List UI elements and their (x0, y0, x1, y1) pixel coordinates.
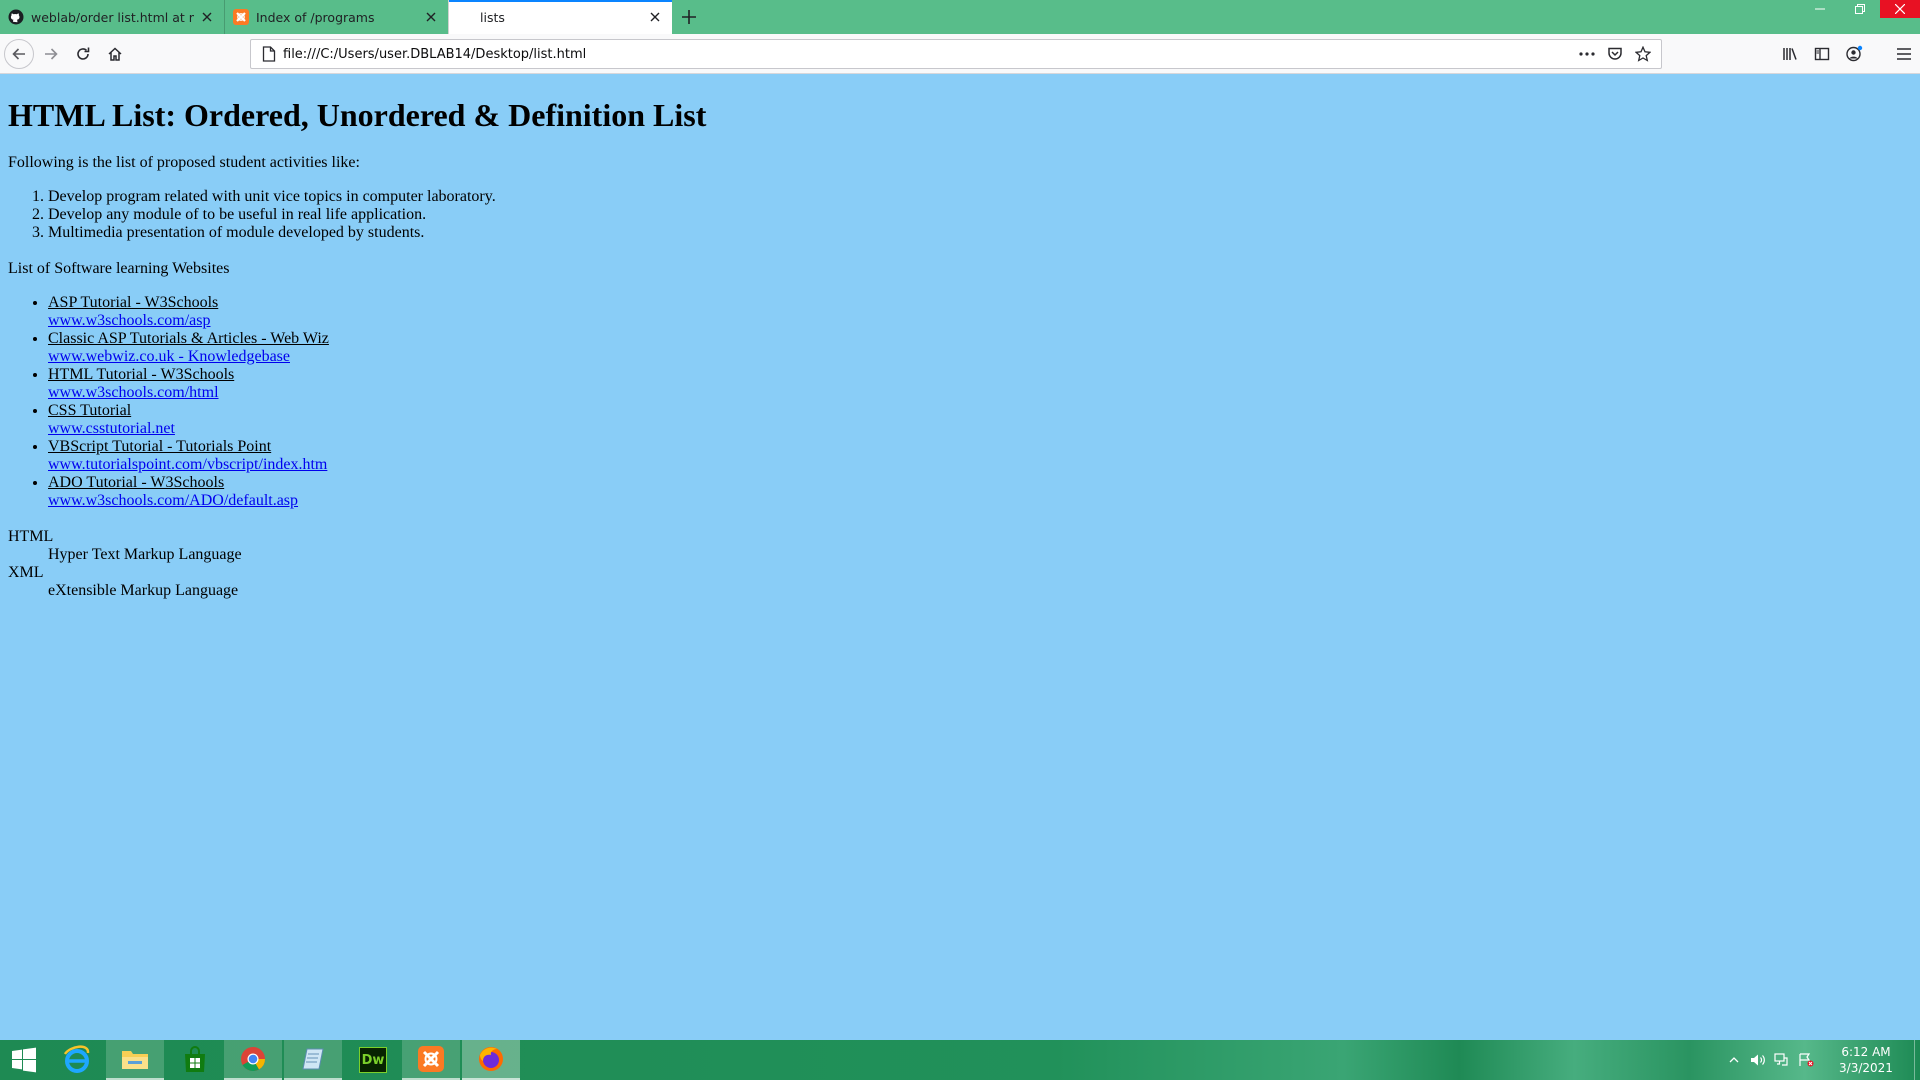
close-icon[interactable] (646, 8, 664, 26)
list-item: Multimedia presentation of module develo… (48, 224, 1912, 242)
list-item: Develop any module of to be useful in re… (48, 206, 1912, 224)
list-item: Classic ASP Tutorials & Articles - Web W… (48, 330, 1912, 366)
list-item: ASP Tutorial - W3Schools www.w3schools.c… (48, 294, 1912, 330)
minimize-icon (1815, 8, 1825, 10)
page-icon (457, 9, 473, 25)
chevron-up-icon[interactable] (1722, 1057, 1746, 1063)
show-desktop-button[interactable] (1914, 1040, 1920, 1080)
website-url-link[interactable]: www.w3schools.com/ADO/default.asp (48, 492, 298, 509)
website-title-link[interactable]: VBScript Tutorial - Tutorials Point (48, 438, 271, 455)
website-title-link[interactable]: ASP Tutorial - W3Schools (48, 294, 218, 311)
notepad-icon[interactable] (284, 1040, 342, 1080)
new-tab-button[interactable] (672, 0, 706, 34)
list-item: VBScript Tutorial - Tutorials Point www.… (48, 438, 1912, 474)
xampp-icon (233, 9, 249, 25)
websites-list: ASP Tutorial - W3Schools www.w3schools.c… (8, 294, 1912, 510)
github-icon (8, 9, 24, 25)
forward-button[interactable] (36, 39, 66, 69)
tab-title: Index of /programs (256, 9, 375, 25)
tab-index-programs[interactable]: Index of /programs (224, 0, 448, 34)
account-icon[interactable] (1838, 39, 1870, 69)
navigation-toolbar: file:///C:/Users/user.DBLAB14/Desktop/li… (0, 34, 1920, 74)
chrome-icon[interactable] (224, 1040, 282, 1080)
start-icon (12, 1047, 36, 1073)
clock-date: 3/3/2021 (1839, 1061, 1893, 1075)
dreamweaver-label: Dw (359, 1047, 387, 1073)
home-button[interactable] (100, 39, 130, 69)
page-content: HTML List: Ordered, Unordered & Definiti… (0, 75, 1920, 1040)
website-title-link[interactable]: ADO Tutorial - W3Schools (48, 474, 224, 491)
library-icon[interactable] (1774, 39, 1806, 69)
list-item: Develop program related with unit vice t… (48, 188, 1912, 206)
toolbar-right (1774, 39, 1920, 69)
menu-icon[interactable] (1888, 39, 1920, 69)
bookmark-star-icon[interactable] (1629, 46, 1657, 62)
definition-description: Hyper Text Markup Language (48, 546, 242, 563)
intro-text: Following is the list of proposed studen… (8, 154, 360, 171)
list-item: CSS Tutorial www.csstutorial.net (48, 402, 1912, 438)
close-icon[interactable] (198, 8, 216, 26)
pocket-icon[interactable] (1601, 46, 1629, 62)
minimize-button[interactable] (1800, 0, 1840, 18)
website-title-link[interactable]: Classic ASP Tutorials & Articles - Web W… (48, 330, 329, 347)
restore-button[interactable] (1840, 0, 1880, 18)
start-button[interactable] (0, 1040, 48, 1080)
store-icon[interactable] (166, 1040, 224, 1080)
page-heading: HTML List: Ordered, Unordered & Definiti… (8, 97, 707, 133)
url-text[interactable]: file:///C:/Users/user.DBLAB14/Desktop/li… (283, 47, 1573, 62)
file-explorer-icon[interactable] (106, 1040, 164, 1080)
back-arrow-icon (12, 47, 25, 60)
tab-weblab[interactable]: weblab/order list.html at main (0, 0, 224, 34)
taskbar: Dw 6:12 AM 3/3/2021 (0, 1040, 1920, 1080)
dreamweaver-icon[interactable]: Dw (344, 1040, 402, 1080)
website-title-link[interactable]: CSS Tutorial (48, 402, 131, 419)
websites-title: List of Software learning Websites (8, 260, 230, 277)
website-url-link[interactable]: www.csstutorial.net (48, 420, 175, 437)
firefox-icon[interactable] (462, 1040, 520, 1080)
list-item: HTML Tutorial - W3Schools www.w3schools.… (48, 366, 1912, 402)
tab-title: weblab/order list.html at main (31, 9, 194, 25)
window-controls (1800, 0, 1920, 34)
ordered-list: Develop program related with unit vice t… (8, 188, 1912, 242)
close-icon (1895, 4, 1905, 14)
definition-description: eXtensible Markup Language (48, 582, 239, 599)
tab-strip: weblab/order list.html at main Index of … (0, 0, 1920, 34)
action-center-flag-icon[interactable] (1794, 1053, 1818, 1067)
clock-time: 6:12 AM (1841, 1045, 1891, 1059)
volume-icon[interactable] (1746, 1053, 1770, 1067)
forward-arrow-icon (45, 47, 58, 60)
plus-icon (682, 10, 696, 24)
internet-explorer-icon[interactable] (48, 1040, 106, 1080)
address-bar[interactable]: file:///C:/Users/user.DBLAB14/Desktop/li… (250, 39, 1662, 69)
close-window-button[interactable] (1880, 0, 1920, 18)
sidebar-icon[interactable] (1806, 39, 1838, 69)
website-url-link[interactable]: www.webwiz.co.uk - Knowledgebase (48, 348, 290, 365)
reload-icon (77, 47, 90, 60)
tab-title: lists (480, 9, 505, 25)
back-button[interactable] (4, 38, 34, 69)
restore-icon (1855, 4, 1865, 14)
clock[interactable]: 6:12 AM 3/3/2021 (1826, 1044, 1906, 1076)
definition-list: HTML Hyper Text Markup Language XML eXte… (8, 528, 1912, 600)
toolbar-spacer (1870, 39, 1888, 69)
reload-button[interactable] (68, 39, 98, 69)
network-icon[interactable] (1770, 1053, 1794, 1067)
website-url-link[interactable]: www.tutorialspoint.com/vbscript/index.ht… (48, 456, 327, 473)
page-info-icon[interactable] (255, 46, 283, 62)
system-tray: 6:12 AM 3/3/2021 (1722, 1040, 1920, 1080)
xampp-icon[interactable] (402, 1040, 460, 1080)
close-icon[interactable] (422, 8, 440, 26)
more-actions-icon[interactable] (1573, 52, 1601, 56)
home-icon (108, 46, 122, 61)
website-title-link[interactable]: HTML Tutorial - W3Schools (48, 366, 234, 383)
website-url-link[interactable]: www.w3schools.com/asp (48, 312, 211, 329)
definition-term: HTML (8, 528, 54, 545)
website-url-link[interactable]: www.w3schools.com/html (48, 384, 219, 401)
definition-term: XML (8, 564, 44, 581)
tab-lists[interactable]: lists (448, 0, 672, 34)
list-item: ADO Tutorial - W3Schools www.w3schools.c… (48, 474, 1912, 510)
url-actions (1573, 46, 1657, 62)
